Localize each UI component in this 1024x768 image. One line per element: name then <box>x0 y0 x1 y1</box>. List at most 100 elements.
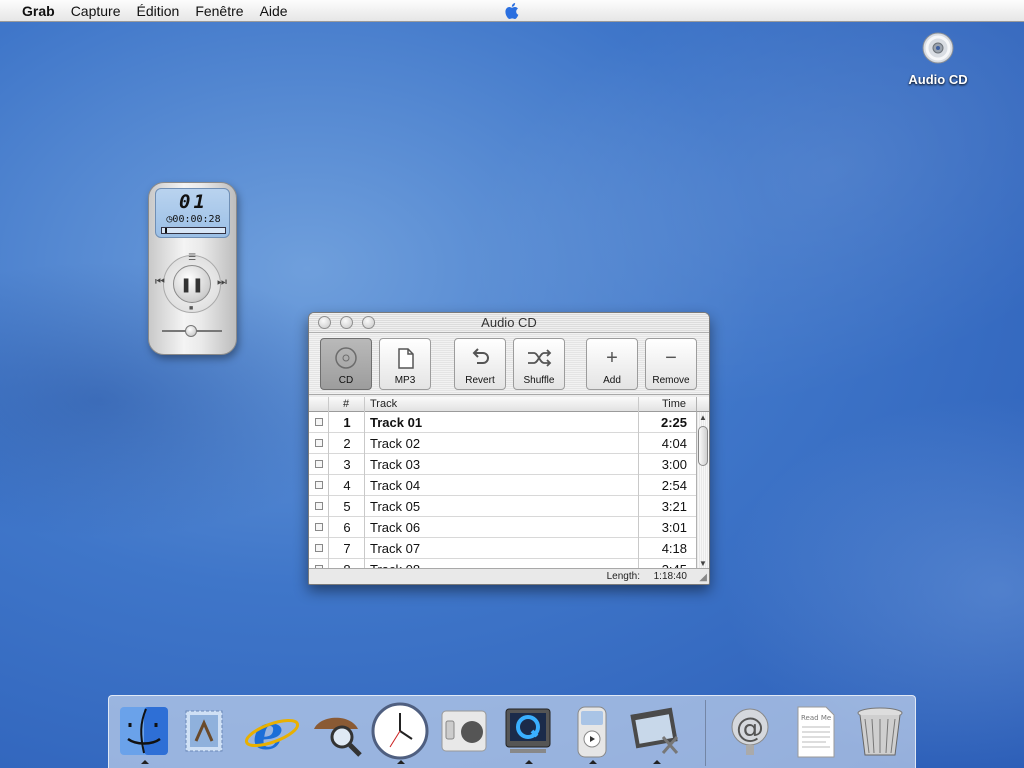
dock-internet-explorer[interactable]: e <box>241 700 303 762</box>
track-time: 4:18 <box>661 541 687 556</box>
grab-icon <box>630 707 679 754</box>
dock-finder[interactable] <box>113 700 175 764</box>
track-name[interactable]: Track 07 <box>370 541 420 556</box>
track-name[interactable]: Track 05 <box>370 499 420 514</box>
player-elapsed-time: ◷00:00:28 <box>166 214 221 225</box>
cd-player-controller[interactable]: 01 ◷00:00:28 ☰ ⏮ ❚❚ ⏭ ■ <box>148 182 237 355</box>
window-titlebar[interactable]: Audio CD <box>309 313 709 333</box>
track-number: 2 <box>343 436 351 451</box>
remove-button[interactable]: − Remove <box>645 338 697 390</box>
running-indicator <box>525 760 533 764</box>
track-checkbox[interactable] <box>315 460 323 468</box>
dock-read-me[interactable]: Read Me <box>785 700 847 762</box>
svg-text:Read Me: Read Me <box>801 714 831 722</box>
track-checkbox[interactable] <box>315 523 323 531</box>
mp3-button[interactable]: MP3 <box>379 338 431 390</box>
track-name[interactable]: Track 06 <box>370 520 420 535</box>
dock-mail[interactable] <box>173 700 235 762</box>
dock-trash[interactable] <box>849 700 911 762</box>
volume-slider-knob[interactable] <box>185 325 197 337</box>
revert-arrow-icon <box>472 348 489 364</box>
player-progress-bar[interactable] <box>161 227 226 234</box>
dock-mail-at[interactable]: @ <box>719 700 781 762</box>
track-name[interactable]: Track 02 <box>370 436 420 451</box>
track-time: 2:25 <box>660 415 687 430</box>
scroll-up-arrow-icon[interactable]: ▲ <box>699 413 707 422</box>
track-name[interactable]: Track 03 <box>370 457 420 472</box>
mail-at-icon: @ <box>731 708 769 755</box>
cd-disc-icon <box>922 32 954 64</box>
player-display: 01 ◷00:00:28 <box>155 188 230 238</box>
resize-grip-icon[interactable]: ◢ <box>699 572 707 583</box>
add-button-label: Add <box>603 375 621 386</box>
cd-button[interactable]: CD <box>320 338 372 390</box>
dock-clock[interactable] <box>369 700 431 764</box>
track-name[interactable]: Track 01 <box>370 415 422 430</box>
track-checkbox[interactable] <box>315 502 323 510</box>
pause-button[interactable]: ❚❚ <box>173 265 211 303</box>
apple-menu-icon[interactable] <box>504 2 521 20</box>
track-time: 3:01 <box>661 520 687 535</box>
track-number: 7 <box>343 541 351 556</box>
revert-button-label: Revert <box>465 375 495 386</box>
track-time: 3:00 <box>661 457 687 472</box>
scrollbar-corner <box>696 397 709 412</box>
track-time: 4:04 <box>661 436 687 451</box>
running-indicator <box>589 760 597 764</box>
player-progress-fill <box>162 228 168 233</box>
next-track-icon[interactable]: ⏭ <box>217 276 227 289</box>
mail-icon <box>185 710 223 752</box>
column-track[interactable]: Track <box>370 398 397 410</box>
dock-quicktime[interactable] <box>497 700 559 764</box>
read-me-icon: Read Me <box>797 706 835 758</box>
plus-icon: + <box>606 347 618 369</box>
scroll-down-arrow-icon[interactable]: ▼ <box>699 559 707 568</box>
vertical-scrollbar[interactable]: ▲ ▼ <box>696 412 709 569</box>
track-time: 3:21 <box>661 499 687 514</box>
cd-icon <box>335 347 357 369</box>
menu-edition[interactable]: Édition <box>129 0 188 22</box>
dock-sherlock[interactable] <box>305 700 367 762</box>
previous-track-icon[interactable]: ⏮ <box>155 276 165 289</box>
dock-system-preferences[interactable] <box>433 700 495 762</box>
menu-fenetre[interactable]: Fenêtre <box>187 0 251 22</box>
playlist-icon[interactable]: ☰ <box>188 252 196 263</box>
running-indicator <box>141 760 149 764</box>
dock-audio-cd-player[interactable] <box>561 700 623 764</box>
document-icon <box>398 348 414 369</box>
column-time[interactable]: Time <box>662 398 686 410</box>
quicktime-icon <box>505 708 551 753</box>
track-checkbox[interactable] <box>315 544 323 552</box>
stop-icon[interactable]: ■ <box>189 305 193 312</box>
shuffle-button[interactable]: Shuffle <box>513 338 565 390</box>
menu-capture[interactable]: Capture <box>63 0 129 22</box>
track-checkbox[interactable] <box>315 439 323 447</box>
remove-button-label: Remove <box>652 375 690 386</box>
desktop-audio-cd[interactable]: Audio CD <box>898 32 978 87</box>
audio-cd-player-icon <box>577 706 607 758</box>
cd-button-label: CD <box>338 375 354 386</box>
track-checkbox[interactable] <box>315 481 323 489</box>
menu-app-name[interactable]: Grab <box>14 0 63 22</box>
desktop-cd-label: Audio CD <box>908 72 968 87</box>
dock-grab[interactable] <box>625 700 687 764</box>
menu-aide[interactable]: Aide <box>252 0 296 22</box>
track-number: 1 <box>343 415 351 430</box>
audio-cd-window: Audio CD CD MP3 Revert Shuffle + Add − R… <box>308 312 710 585</box>
track-number: 4 <box>343 478 351 493</box>
window-toolbar: CD MP3 Revert Shuffle + Add − Remove <box>309 333 709 395</box>
track-checkbox[interactable] <box>315 418 323 426</box>
svg-text:@: @ <box>736 711 764 744</box>
add-button[interactable]: + Add <box>586 338 638 390</box>
revert-button[interactable]: Revert <box>454 338 506 390</box>
pause-icon: ❚❚ <box>180 275 204 292</box>
track-name[interactable]: Track 04 <box>370 478 420 493</box>
system-preferences-icon <box>441 710 487 752</box>
column-number[interactable]: # <box>343 398 349 410</box>
shuffle-icon <box>528 349 552 367</box>
internet-explorer-icon: e <box>244 705 300 759</box>
mp3-button-label: MP3 <box>394 375 416 386</box>
dock: e @ Read Me <box>108 695 916 768</box>
length-label: Length: <box>606 571 640 582</box>
scroll-thumb[interactable] <box>698 426 708 466</box>
